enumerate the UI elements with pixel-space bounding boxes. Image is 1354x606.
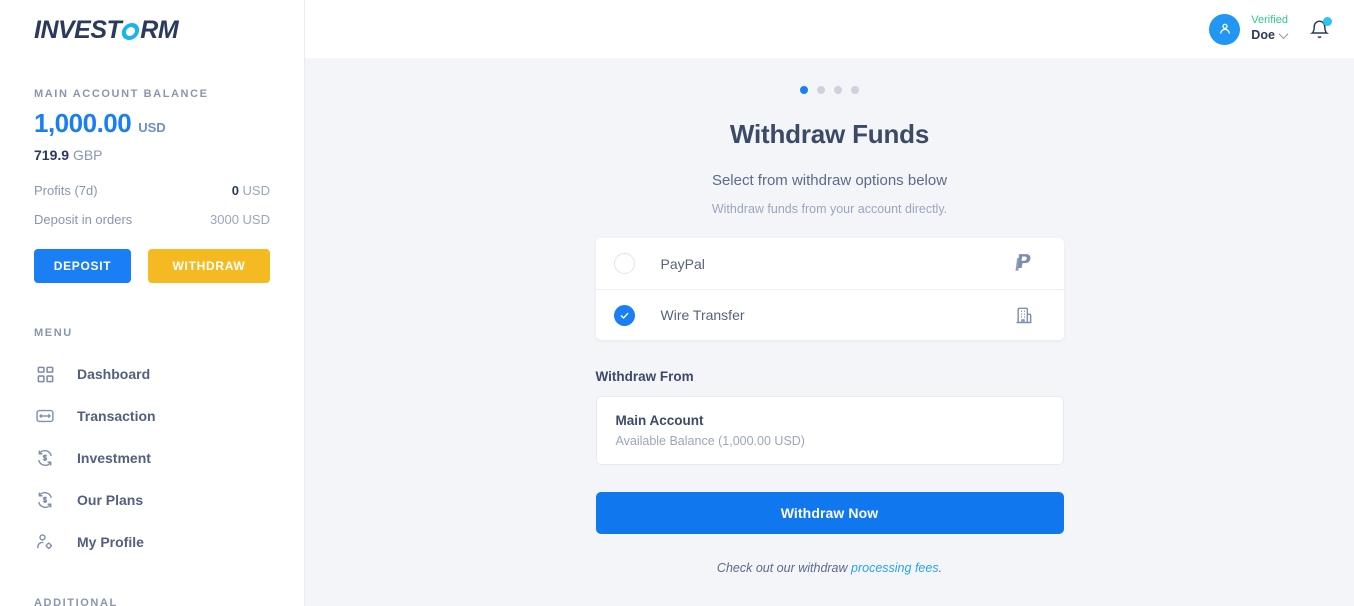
option-wire-transfer[interactable]: Wire Transfer: [595, 289, 1064, 340]
carousel-dots: [800, 86, 859, 94]
sidebar-item-label: My Profile: [77, 534, 144, 550]
content-area: Withdraw Funds Select from withdraw opti…: [305, 58, 1354, 606]
stat-key: Profits (7d): [34, 183, 98, 198]
chevron-down-icon: [1278, 29, 1289, 40]
refresh-dollar-icon: [34, 447, 56, 469]
balance-secondary: 719.9 GBP: [34, 147, 270, 163]
balance-secondary-amount: 719.9: [34, 147, 70, 163]
logo-ring-icon: [120, 23, 141, 40]
page-subtitle: Select from withdraw options below: [711, 172, 948, 189]
stat-value: 0 USD: [232, 183, 270, 198]
balance-amount: 1,000.00: [34, 108, 132, 138]
option-paypal[interactable]: PayPal: [596, 238, 1064, 289]
notification-dot: [1323, 17, 1332, 26]
processing-fees-note: Check out our withdraw processing fees.: [717, 561, 942, 575]
exchange-icon: [34, 405, 56, 427]
sidebar-item-our-plans[interactable]: Our Plans: [0, 479, 304, 521]
username-text: Doe: [1251, 28, 1275, 43]
carousel-dot-3[interactable]: [834, 86, 842, 94]
account-balance: Available Balance (1,000.00 USD): [615, 434, 805, 448]
carousel-dot-4[interactable]: [851, 86, 859, 94]
withdraw-now-button[interactable]: Withdraw Now: [595, 492, 1064, 534]
additional-section-label: ADDITIONAL: [34, 597, 118, 606]
sidebar: INVEST RM MAIN ACCOUNT BALANCE 1,000.00 U…: [0, 0, 305, 606]
paypal-icon: [1015, 253, 1034, 274]
stat-value-unit: USD: [242, 183, 270, 198]
sidebar-item-label: Transaction: [77, 408, 156, 424]
sidebar-item-label: Investment: [77, 450, 151, 466]
brand-logo[interactable]: INVEST RM: [34, 16, 179, 45]
bank-building-icon: [1014, 305, 1034, 325]
user-meta: Verified Doe: [1251, 14, 1289, 44]
balance-block: MAIN ACCOUNT BALANCE 1,000.00 USD 719.9 …: [0, 60, 304, 163]
balance-currency: USD: [138, 120, 166, 135]
user-menu[interactable]: Verified Doe: [1209, 13, 1289, 45]
status-badge: Verified: [1251, 14, 1288, 27]
footnote-suffix: .: [938, 561, 943, 575]
withdraw-button[interactable]: WITHDRAW: [148, 249, 270, 283]
deposit-button[interactable]: DEPOSIT: [34, 249, 131, 283]
user-gear-icon: [34, 531, 56, 553]
page-title: Withdraw Funds: [729, 119, 930, 149]
notifications-button[interactable]: [1306, 16, 1332, 42]
logo-container: INVEST RM: [0, 0, 304, 60]
balance-label: MAIN ACCOUNT BALANCE: [34, 88, 209, 100]
withdraw-options-card: PayPal Wire Transfer: [595, 238, 1064, 340]
carousel-dot-2[interactable]: [817, 86, 825, 94]
top-header: Verified Doe: [305, 0, 1354, 58]
sidebar-item-transaction[interactable]: Transaction: [0, 395, 304, 437]
logo-text-after: RM: [140, 16, 179, 44]
stat-value-number: 0: [231, 183, 239, 198]
account-selector[interactable]: Main Account Available Balance (1,000.00…: [595, 396, 1064, 465]
sidebar-item-label: Our Plans: [77, 492, 144, 508]
withdraw-from-label: Withdraw From: [595, 369, 694, 384]
sidebar-item-investment[interactable]: Investment: [0, 437, 304, 479]
stat-row: Profits (7d) 0 USD: [34, 183, 270, 198]
grid-icon: [34, 363, 56, 385]
stat-key: Deposit in orders: [34, 212, 133, 227]
sidebar-menu: Dashboard Transaction Investment Our Pla…: [0, 339, 304, 563]
sidebar-actions: DEPOSIT WITHDRAW: [0, 241, 304, 283]
username: Doe: [1251, 28, 1289, 44]
stat-value: 3000 USD: [210, 212, 270, 227]
radio-unchecked-icon[interactable]: [613, 253, 635, 274]
balance-secondary-currency: GBP: [72, 147, 103, 163]
carousel-dot-1[interactable]: [800, 86, 808, 94]
sidebar-item-my-profile[interactable]: My Profile: [0, 521, 304, 563]
balance-primary: 1,000.00 USD: [34, 108, 270, 139]
main-region: Verified Doe Withdraw Funds Select from …: [305, 0, 1354, 606]
radio-checked-icon[interactable]: [613, 304, 635, 326]
account-name: Main Account: [615, 413, 704, 428]
logo-text-before: INVEST: [34, 16, 122, 44]
sidebar-item-label: Dashboard: [77, 366, 151, 382]
avatar: [1209, 13, 1241, 45]
processing-fees-link[interactable]: processing fees: [851, 561, 939, 575]
stat-row: Deposit in orders 3000 USD: [34, 212, 270, 227]
sidebar-item-dashboard[interactable]: Dashboard: [0, 353, 304, 395]
footnote-prefix: Check out our withdraw: [716, 561, 852, 575]
menu-section-label: MENU: [34, 327, 73, 339]
page-description: Withdraw funds from your account directl…: [711, 202, 948, 216]
stats-list: Profits (7d) 0 USD Deposit in orders 300…: [0, 163, 304, 227]
option-label: Wire Transfer: [660, 307, 745, 323]
app-root: INVEST RM MAIN ACCOUNT BALANCE 1,000.00 U…: [0, 0, 1354, 606]
option-label: PayPal: [660, 255, 705, 272]
refresh-dollar-icon: [34, 489, 56, 511]
